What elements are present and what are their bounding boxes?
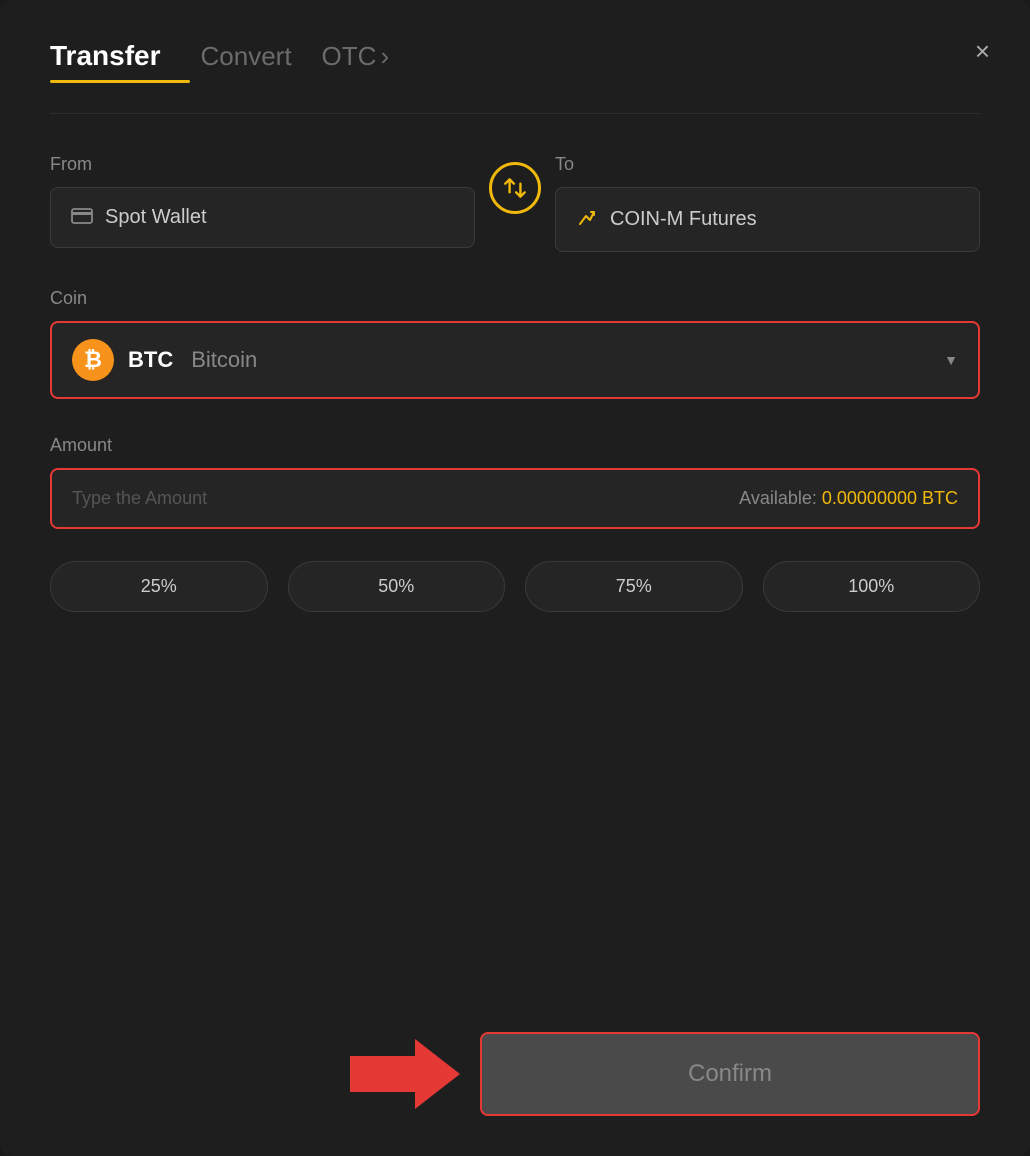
coin-symbol: BTC — [128, 347, 173, 373]
btc-icon: ₿ — [72, 339, 114, 381]
amount-input-box[interactable]: Type the Amount Available: 0.00000000 BT… — [50, 468, 980, 529]
to-label: To — [555, 154, 980, 175]
tab-transfer[interactable]: Transfer — [50, 40, 161, 72]
from-to-section: From Spot Wallet — [50, 154, 980, 252]
coin-selector[interactable]: ₿ BTC Bitcoin ▼ — [50, 321, 980, 399]
futures-icon — [576, 206, 598, 233]
coin-section: Coin ₿ BTC Bitcoin ▼ — [50, 288, 980, 399]
header-divider — [50, 113, 980, 114]
bottom-section: Confirm — [50, 1032, 980, 1116]
arrow-right-icon — [350, 1034, 460, 1114]
coin-fullname: Bitcoin — [191, 347, 257, 373]
amount-section: Amount Type the Amount Available: 0.0000… — [50, 435, 980, 529]
to-wallet-box[interactable]: COIN-M Futures — [555, 187, 980, 252]
swap-button[interactable] — [489, 162, 541, 214]
amount-label: Amount — [50, 435, 980, 456]
available-value: 0.00000000 BTC — [822, 488, 958, 508]
coin-label: Coin — [50, 288, 980, 309]
tab-convert[interactable]: Convert — [201, 41, 292, 72]
swap-column — [475, 154, 555, 214]
percent-75-button[interactable]: 75% — [525, 561, 743, 612]
close-button[interactable]: × — [975, 38, 990, 64]
transfer-modal: Transfer Convert OTC › × From — [0, 0, 1030, 1156]
percent-25-button[interactable]: 25% — [50, 561, 268, 612]
percent-row: 25% 50% 75% 100% — [50, 561, 980, 612]
from-wallet-box[interactable]: Spot Wallet — [50, 187, 475, 248]
confirm-button[interactable]: Confirm — [480, 1032, 980, 1116]
from-label: From — [50, 154, 475, 175]
percent-100-button[interactable]: 100% — [763, 561, 981, 612]
percent-50-button[interactable]: 50% — [288, 561, 506, 612]
available-text: Available: 0.00000000 BTC — [739, 488, 958, 509]
chevron-down-icon: ▼ — [944, 352, 958, 368]
tab-otc[interactable]: OTC › — [322, 41, 390, 72]
from-column: From Spot Wallet — [50, 154, 475, 248]
arrow-indicator — [350, 1034, 460, 1114]
to-column: To COIN-M Futures — [555, 154, 980, 252]
from-wallet-name: Spot Wallet — [105, 206, 207, 229]
modal-header: Transfer Convert OTC › × — [50, 40, 980, 72]
active-tab-underline — [50, 80, 190, 83]
wallet-icon — [71, 206, 93, 229]
to-wallet-name: COIN-M Futures — [610, 208, 757, 231]
amount-placeholder: Type the Amount — [72, 488, 207, 509]
